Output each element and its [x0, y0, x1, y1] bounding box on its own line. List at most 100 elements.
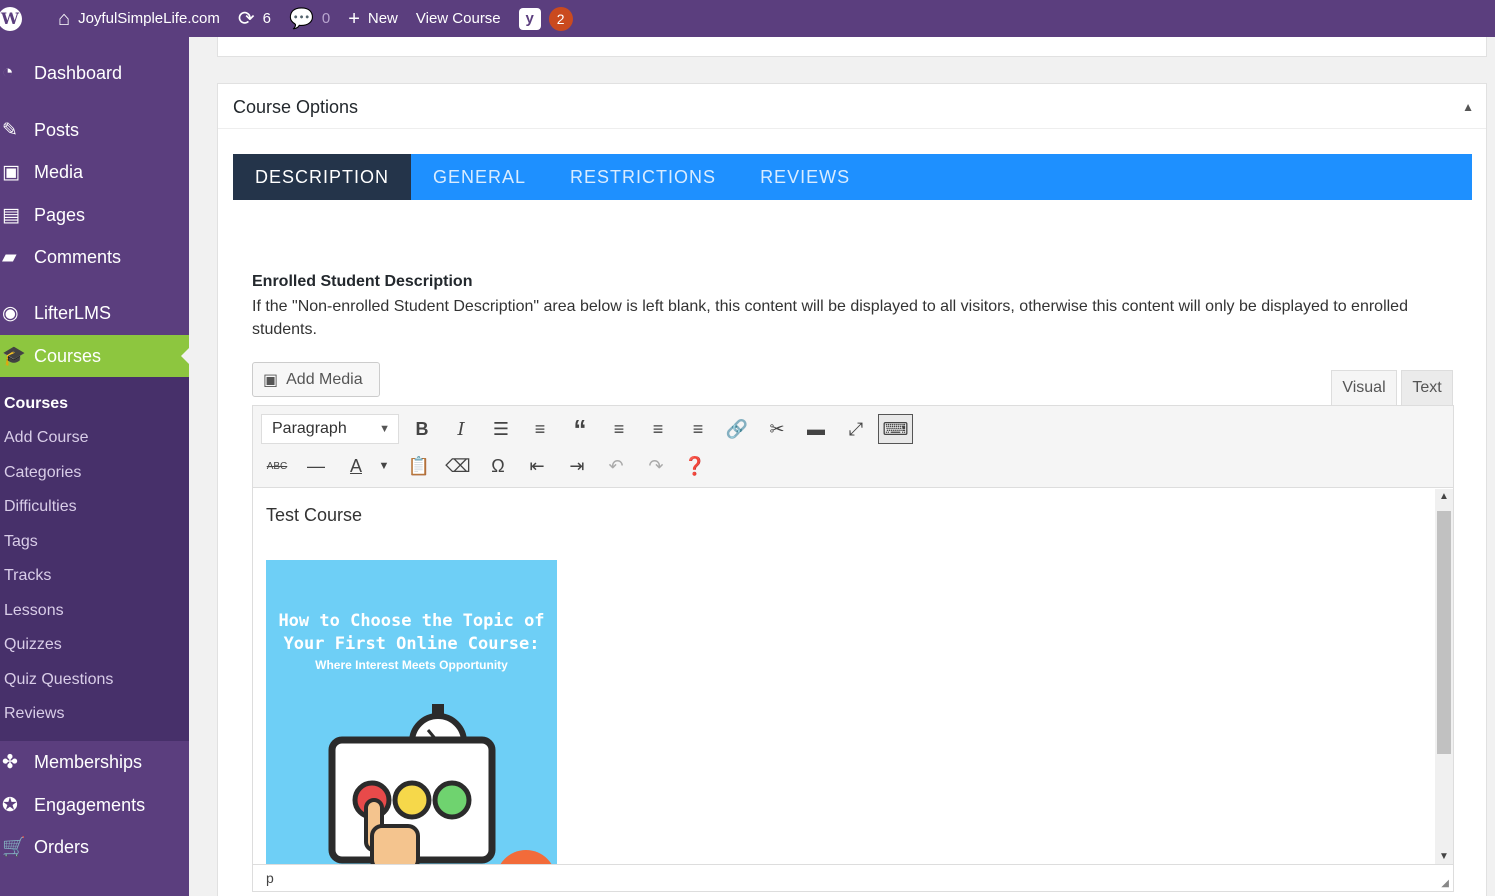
scrollbar-thumb[interactable]: [1437, 511, 1451, 754]
site-name-link[interactable]: ⌂ JoyfulSimpleLife.com: [58, 0, 220, 37]
yoast-menu[interactable]: y 2: [518, 0, 573, 37]
sidebar-item-lifterlms[interactable]: ◉ LifterLMS: [0, 292, 189, 334]
indent-button[interactable]: ⇥: [562, 451, 592, 481]
resize-handle-icon[interactable]: ◢: [1441, 878, 1449, 889]
scroll-down-icon[interactable]: ▼: [1439, 851, 1449, 862]
read-more-button[interactable]: ▬: [801, 414, 831, 444]
course-options-tabs: DESCRIPTION GENERAL RESTRICTIONS REVIEWS: [233, 154, 1472, 200]
submenu-item-tags[interactable]: Tags: [4, 533, 38, 551]
updates-link[interactable]: ⟳ 6: [238, 0, 271, 37]
visual-tab[interactable]: Visual: [1331, 370, 1397, 406]
wordpress-icon: W: [0, 6, 22, 31]
course-options-header[interactable]: Course Options: [218, 84, 1486, 129]
submenu-item-categories[interactable]: Categories: [4, 464, 81, 482]
submenu-item-reviews[interactable]: Reviews: [4, 705, 64, 723]
text-color-button[interactable]: A: [341, 451, 371, 481]
media-icon: ▣: [2, 161, 20, 183]
course-cover-image[interactable]: How to Choose the Topic of Your First On…: [266, 560, 557, 864]
editor-content-area[interactable]: Test Course How to Choose the Topic of Y…: [253, 489, 1435, 864]
courses-submenu: Courses Add Course Categories Difficulti…: [0, 377, 189, 741]
blockquote-button[interactable]: “: [565, 414, 595, 444]
collapse-toggle-icon[interactable]: ▲: [1462, 100, 1474, 114]
bold-button[interactable]: B: [407, 414, 437, 444]
comments-link[interactable]: 💬 0: [289, 0, 330, 37]
editor-toolbar: Paragraph ▼ B I ☰ ≡ “ ≡ ≡ ≡ 🔗 ✂ ▬ ⤢ ⌨ AB…: [253, 406, 1453, 488]
tab-restrictions[interactable]: RESTRICTIONS: [548, 154, 738, 200]
pin-icon: ✎: [2, 119, 18, 141]
new-label: New: [367, 10, 398, 27]
submenu-item-quiz-questions[interactable]: Quiz Questions: [4, 671, 113, 689]
italic-button[interactable]: I: [446, 414, 476, 444]
strikethrough-button[interactable]: ABC: [262, 451, 292, 481]
sidebar-item-label: Engagements: [34, 794, 146, 815]
sidebar-item-dashboard[interactable]: ◔ Dashboard: [0, 52, 189, 94]
toolbar-toggle-button[interactable]: ⌨: [878, 414, 913, 444]
outdent-button[interactable]: ⇤: [522, 451, 552, 481]
main-content: Yoast SEO Course Options ▲ DESCRIPTION G…: [189, 27, 1495, 896]
new-content-link[interactable]: + New: [348, 0, 398, 37]
comments-count: 0: [321, 10, 331, 27]
submenu-item-courses[interactable]: Courses: [4, 395, 68, 413]
admin-sidebar: ◔ Dashboard ✎ Posts ▣ Media ▤ Pages ▰ Comment…: [0, 37, 189, 896]
sidebar-item-comments[interactable]: ▰ Comments: [0, 236, 189, 278]
sidebar-item-media[interactable]: ▣ Media: [0, 151, 189, 193]
submenu-item-quizzes[interactable]: Quizzes: [4, 636, 62, 654]
editor-scrollbar[interactable]: ▲ ▼: [1435, 489, 1453, 864]
view-course-label: View Course: [415, 10, 501, 27]
horizontal-line-button[interactable]: —: [301, 451, 331, 481]
clear-formatting-button[interactable]: ⌫: [443, 451, 473, 481]
unlink-button[interactable]: ✂: [762, 414, 792, 444]
refresh-icon: ⟳: [237, 7, 255, 30]
submenu-item-add-course[interactable]: Add Course: [4, 429, 89, 447]
sidebar-item-label: Pages: [34, 204, 86, 225]
special-character-button[interactable]: Ω: [483, 451, 513, 481]
undo-button[interactable]: ↶: [601, 451, 631, 481]
sidebar-item-label: Courses: [34, 345, 102, 366]
editor-content-text: Test Course: [266, 505, 363, 525]
numbered-list-button[interactable]: ≡: [525, 414, 555, 444]
bullet-list-button[interactable]: ☰: [486, 414, 516, 444]
element-path[interactable]: p: [266, 870, 274, 886]
sidebar-item-pages[interactable]: ▤ Pages: [0, 194, 189, 236]
align-right-button[interactable]: ≡: [683, 414, 713, 444]
align-center-button[interactable]: ≡: [643, 414, 673, 444]
text-tab[interactable]: Text: [1401, 370, 1453, 406]
add-media-label: Add Media: [286, 370, 363, 388]
rich-text-editor: Paragraph ▼ B I ☰ ≡ “ ≡ ≡ ≡ 🔗 ✂ ▬ ⤢ ⌨ AB…: [252, 405, 1454, 892]
sidebar-item-posts[interactable]: ✎ Posts: [0, 109, 189, 151]
sidebar-item-label: Media: [34, 161, 84, 182]
fullscreen-button[interactable]: ⤢: [841, 414, 871, 444]
view-course-link[interactable]: View Course: [416, 0, 501, 37]
tab-reviews[interactable]: REVIEWS: [738, 154, 872, 200]
text-color-dropdown[interactable]: ▼: [369, 451, 399, 481]
sidebar-item-memberships[interactable]: ✤ Memberships: [0, 741, 189, 783]
redo-button[interactable]: ↷: [641, 451, 671, 481]
link-button[interactable]: 🔗: [722, 414, 752, 444]
tab-description[interactable]: DESCRIPTION: [233, 154, 412, 200]
lifterlms-icon: ◉: [2, 302, 19, 324]
sidebar-item-orders[interactable]: 🛒 Orders: [0, 826, 189, 868]
sidebar-item-label: Dashboard: [34, 62, 123, 83]
paste-text-button[interactable]: 📋: [404, 451, 434, 481]
enrolled-description-help: If the "Non-enrolled Student Description…: [252, 298, 1408, 338]
sidebar-item-label: Memberships: [34, 751, 143, 772]
scroll-up-icon[interactable]: ▲: [1439, 491, 1449, 502]
chevron-down-icon: ▼: [379, 423, 390, 435]
sidebar-item-engagements[interactable]: ✪ Engagements: [0, 784, 189, 826]
admin-bar: W ⌂ JoyfulSimpleLife.com ⟳ 6 💬 0 + New V…: [0, 0, 1495, 37]
submenu-item-difficulties[interactable]: Difficulties: [4, 498, 77, 516]
yoast-icon: y: [518, 7, 541, 30]
submenu-item-lessons[interactable]: Lessons: [4, 602, 64, 620]
wordpress-logo-button[interactable]: W: [0, 0, 40, 37]
sidebar-item-courses[interactable]: 🎓 Courses: [0, 335, 189, 377]
add-media-button[interactable]: ▣ Add Media: [252, 362, 380, 397]
format-select[interactable]: Paragraph ▼: [261, 414, 399, 444]
chevron-down-icon: ▼: [378, 460, 390, 472]
sidebar-item-label: Posts: [34, 119, 80, 140]
align-left-button[interactable]: ≡: [604, 414, 634, 444]
yoast-notification-badge: 2: [548, 6, 573, 31]
submenu-item-tracks[interactable]: Tracks: [4, 567, 51, 585]
help-button[interactable]: ❓: [680, 451, 710, 481]
pages-icon: ▤: [2, 204, 20, 226]
tab-general[interactable]: GENERAL: [411, 154, 548, 200]
